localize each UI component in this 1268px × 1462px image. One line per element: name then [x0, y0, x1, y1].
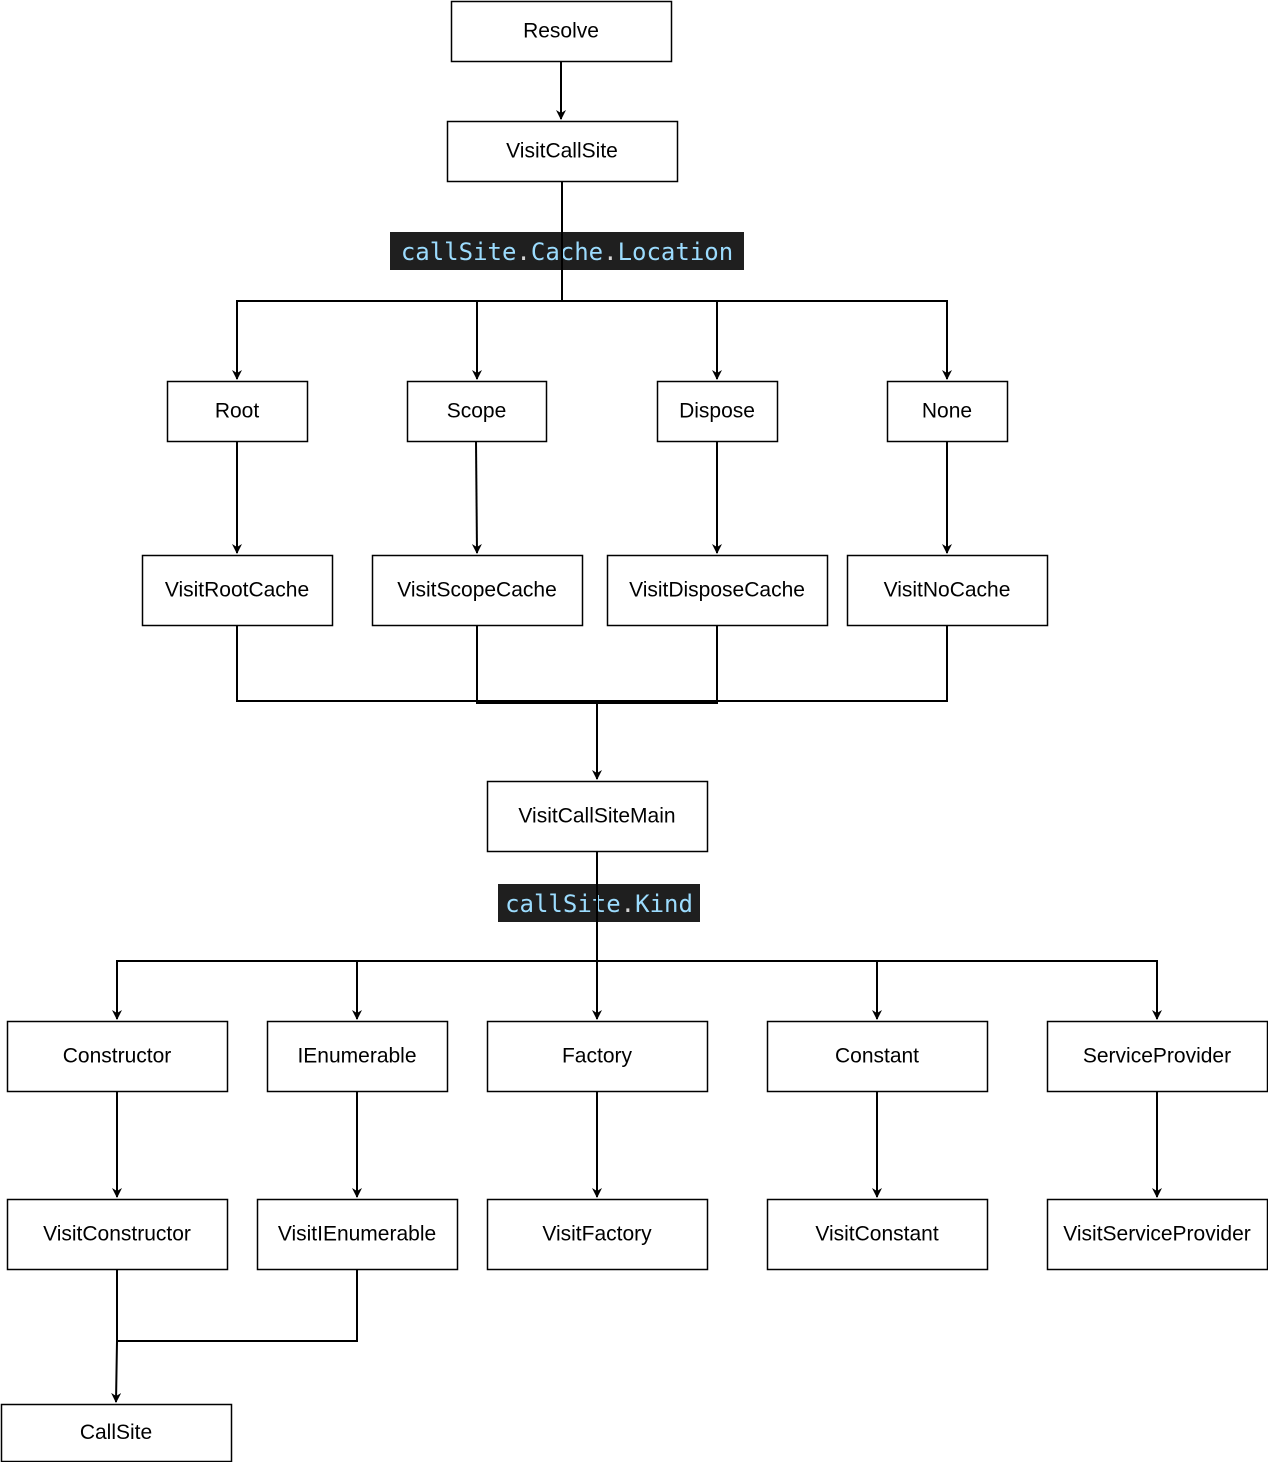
node-resolve: Resolve — [450, 0, 673, 63]
node-visit-factory: VisitFactory — [486, 1198, 709, 1271]
code-label-text: callSite.Cache.Location — [401, 238, 733, 266]
connector-edge — [236, 625, 948, 702]
node-none: None — [886, 380, 1009, 443]
node-label: Constant — [835, 1045, 919, 1068]
node-label: Scope — [447, 400, 507, 423]
node-label: VisitCallSiteMain — [518, 805, 675, 828]
node-visit-constructor: VisitConstructor — [6, 1198, 229, 1271]
node-label: Resolve — [523, 20, 599, 43]
node-label: VisitNoCache — [884, 579, 1011, 602]
node-constructor: Constructor — [6, 1020, 229, 1093]
connector-edge — [717, 300, 952, 380]
code-label-text: callSite.Kind — [505, 890, 693, 918]
connector-edge — [562, 300, 722, 380]
node-visit-root-cache: VisitRootCache — [141, 554, 334, 627]
connector-edge — [476, 625, 718, 704]
node-visit-no-cache: VisitNoCache — [846, 554, 1049, 627]
node-ienumerable: IEnumerable — [266, 1020, 449, 1093]
node-label: Factory — [562, 1045, 633, 1068]
node-label: VisitConstant — [815, 1223, 939, 1246]
node-label: VisitRootCache — [165, 579, 309, 602]
node-label: None — [922, 400, 972, 423]
node-label: ServiceProvider — [1083, 1045, 1231, 1068]
node-label: VisitFactory — [542, 1223, 652, 1246]
node-label: VisitScopeCache — [397, 579, 557, 602]
node-call-site: CallSite — [0, 1403, 233, 1462]
node-label: VisitDisposeCache — [629, 579, 805, 602]
node-label: VisitCallSite — [506, 140, 618, 163]
node-label: VisitConstructor — [43, 1223, 191, 1246]
node-factory: Factory — [486, 1020, 709, 1093]
connector-edge — [111, 1269, 122, 1403]
code-label-cache-location: callSite.Cache.Location — [390, 232, 744, 270]
connector-edge — [597, 960, 882, 1020]
node-visit-service-provider: VisitServiceProvider — [1046, 1198, 1268, 1271]
connector-edge — [877, 960, 1162, 1020]
node-service-provider: ServiceProvider — [1046, 1020, 1268, 1093]
node-label: Dispose — [679, 400, 755, 423]
node-constant: Constant — [766, 1020, 989, 1093]
node-label: Constructor — [63, 1045, 172, 1068]
node-label: IEnumerable — [297, 1045, 416, 1068]
node-label: Root — [215, 400, 260, 423]
node-label: VisitServiceProvider — [1063, 1223, 1251, 1246]
node-visit-call-site-main: VisitCallSiteMain — [486, 780, 709, 853]
node-dispose: Dispose — [656, 380, 779, 443]
connector-edge — [117, 1269, 358, 1342]
node-label: VisitIEnumerable — [278, 1223, 436, 1246]
call-site-flow-diagram: callSite.Cache.Location callSite.Kind Res… — [0, 0, 1268, 1462]
node-visit-dispose-cache: VisitDisposeCache — [606, 554, 829, 627]
code-label-kind: callSite.Kind — [498, 884, 700, 922]
node-label: CallSite — [80, 1421, 152, 1444]
connector-edge — [471, 440, 482, 554]
node-scope: Scope — [406, 380, 548, 443]
node-root: Root — [166, 380, 309, 443]
node-visit-constant: VisitConstant — [766, 1198, 989, 1271]
connector-edge — [232, 300, 562, 380]
node-visit-call-site: VisitCallSite — [446, 120, 679, 183]
node-visit-scope-cache: VisitScopeCache — [371, 554, 584, 627]
node-visit-ienumerable: VisitIEnumerable — [256, 1198, 459, 1271]
